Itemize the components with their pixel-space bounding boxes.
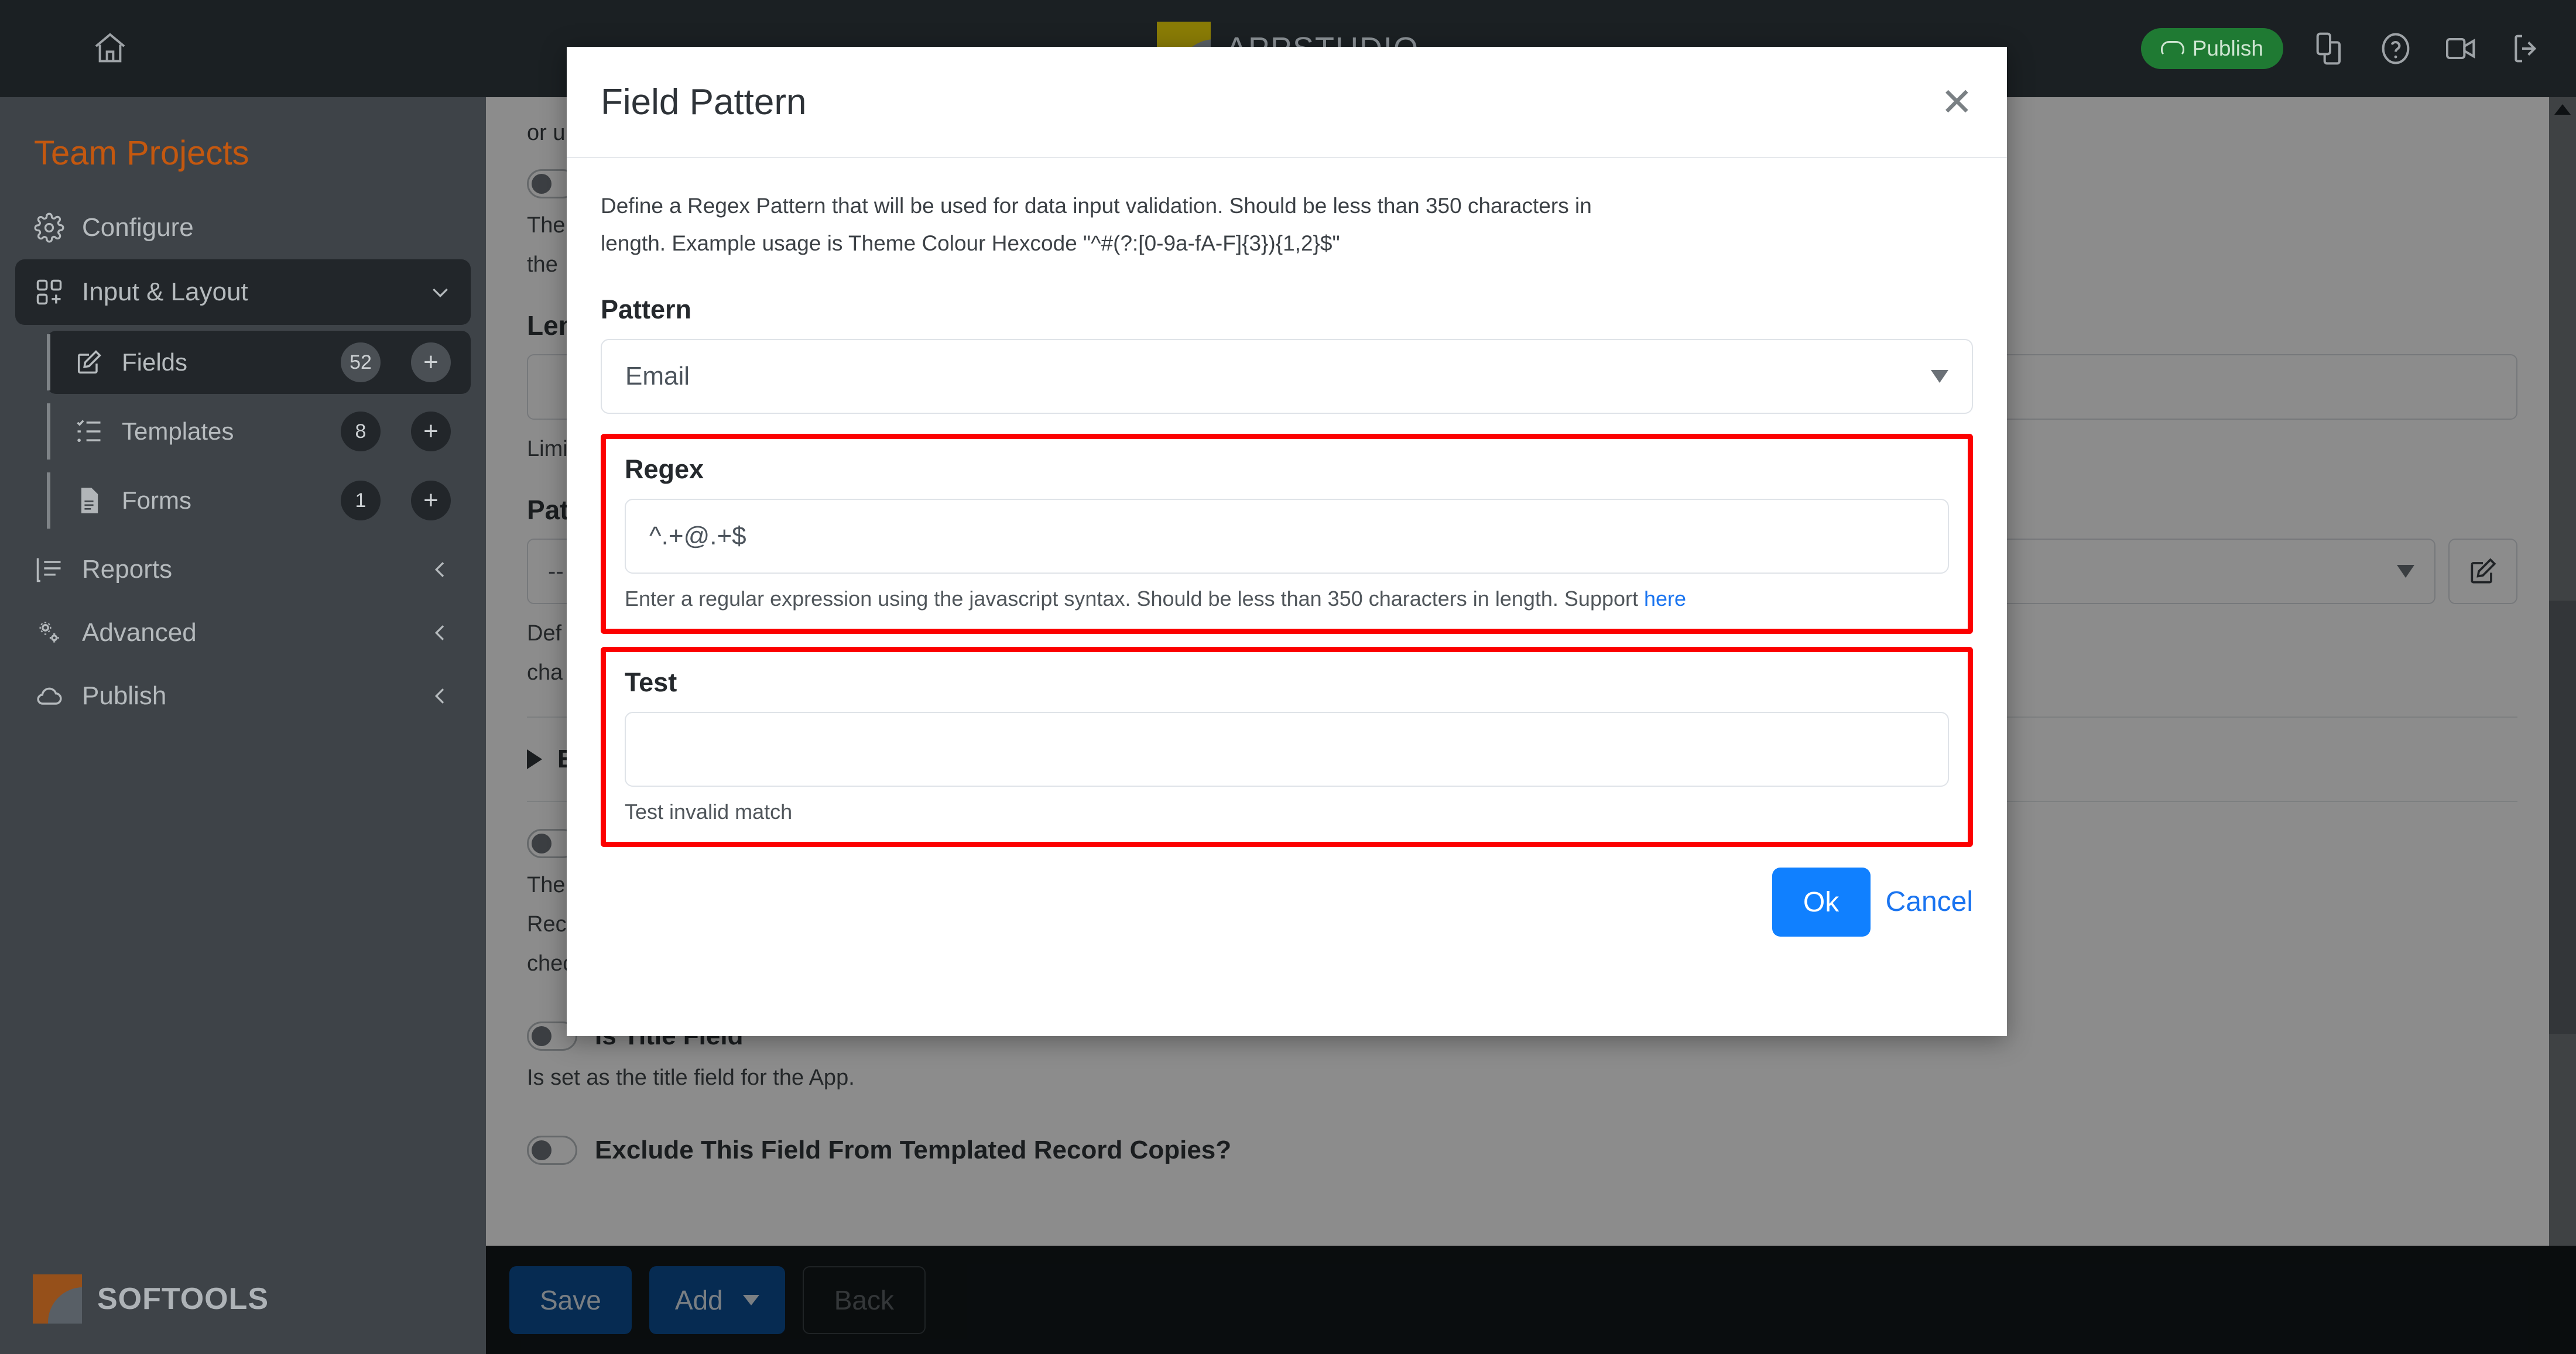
regex-help-body: Enter a regular expression using the jav… — [625, 587, 1644, 611]
layout-icon — [34, 277, 64, 307]
chevron-left-icon[interactable] — [429, 684, 452, 708]
sidebar-item-label: Forms — [122, 486, 323, 515]
sidebar-item-label: Fields — [122, 348, 323, 376]
sidebar: Team Projects Configure Input & Layout — [0, 97, 486, 1354]
softools-logo-mark — [33, 1274, 82, 1324]
modal-footer: Ok Cancel — [567, 843, 2007, 1036]
add-form-button[interactable]: + — [411, 481, 451, 520]
pattern-select-value: Email — [625, 362, 690, 391]
modal-body: Define a Regex Pattern that will be used… — [567, 158, 2007, 847]
cancel-button[interactable]: Cancel — [1886, 868, 1973, 937]
sidebar-item-publish[interactable]: Publish — [0, 664, 486, 728]
publish-button[interactable]: Publish — [2141, 28, 2283, 69]
video-icon[interactable] — [2443, 30, 2480, 67]
pattern-group: Pattern Email — [601, 294, 1973, 414]
sidebar-item-label: Reports — [82, 555, 411, 584]
gear-icon — [34, 212, 64, 243]
home-icon[interactable] — [91, 30, 129, 67]
regex-label: Regex — [625, 454, 1949, 485]
chevron-down-icon — [1931, 370, 1948, 383]
softools-logo: SOFTOOLS — [33, 1274, 269, 1324]
sidebar-item-reports[interactable]: Reports — [0, 538, 486, 601]
field-pattern-modal: Field Pattern ✕ Define a Regex Pattern t… — [567, 47, 2007, 1036]
sidebar-item-label: Publish — [82, 681, 411, 711]
logout-icon[interactable] — [2508, 30, 2546, 67]
sidebar-item-label: Configure — [82, 213, 452, 242]
test-highlight-box: Test Test invalid match — [601, 647, 1973, 847]
sidebar-item-label: Templates — [122, 417, 323, 445]
sidebar-item-label: Advanced — [82, 618, 411, 647]
test-label: Test — [625, 667, 1949, 698]
edit-square-icon — [74, 347, 104, 378]
chevron-left-icon[interactable] — [429, 621, 452, 645]
chevron-down-icon[interactable] — [429, 280, 452, 304]
regex-input[interactable]: ^.+@.+$ — [625, 499, 1949, 574]
templates-count-badge: 8 — [341, 412, 381, 451]
sidebar-item-configure[interactable]: Configure — [0, 196, 486, 259]
advanced-gears-icon — [34, 618, 64, 648]
sidebar-item-forms[interactable]: Forms 1 + — [47, 469, 471, 532]
pattern-select[interactable]: Email — [601, 339, 1973, 414]
softools-logo-text: SOFTOOLS — [97, 1281, 269, 1317]
help-icon[interactable] — [2377, 30, 2414, 67]
document-icon — [74, 485, 104, 516]
checklist-icon — [74, 416, 104, 447]
sidebar-subitems: Fields 52 + Templates 8 + — [0, 331, 486, 532]
add-template-button[interactable]: + — [411, 412, 451, 451]
sidebar-item-advanced[interactable]: Advanced — [0, 601, 486, 664]
test-help-text: Test invalid match — [625, 800, 1949, 824]
device-preview-icon[interactable] — [2311, 30, 2349, 67]
sidebar-item-fields[interactable]: Fields 52 + — [47, 331, 471, 394]
forms-count-badge: 1 — [341, 481, 381, 520]
sidebar-item-label: Input & Layout — [82, 277, 411, 307]
regex-support-link[interactable]: here — [1644, 587, 1686, 611]
publish-button-label: Publish — [2193, 36, 2263, 61]
chevron-left-icon[interactable] — [429, 558, 452, 581]
sidebar-item-input-and-layout[interactable]: Input & Layout — [15, 259, 471, 325]
reports-icon — [34, 554, 64, 585]
modal-title: Field Pattern — [601, 81, 807, 123]
app-title: Team Projects — [0, 118, 486, 196]
regex-help-text: Enter a regular expression using the jav… — [625, 587, 1949, 611]
cloud-icon — [34, 681, 64, 711]
close-icon[interactable]: ✕ — [1941, 83, 1973, 121]
modal-description: Define a Regex Pattern that will be used… — [601, 187, 1643, 262]
fields-count-badge: 52 — [341, 342, 381, 382]
hamburger-icon[interactable] — [23, 32, 67, 65]
pattern-label: Pattern — [601, 294, 1973, 325]
test-input[interactable] — [625, 712, 1949, 787]
ok-button[interactable]: Ok — [1772, 868, 1871, 937]
sidebar-item-templates[interactable]: Templates 8 + — [47, 400, 471, 463]
modal-header: Field Pattern ✕ — [567, 47, 2007, 158]
add-field-button[interactable]: + — [411, 342, 451, 382]
regex-highlight-box: Regex ^.+@.+$ Enter a regular expression… — [601, 434, 1973, 634]
cloud-icon — [2161, 41, 2184, 56]
